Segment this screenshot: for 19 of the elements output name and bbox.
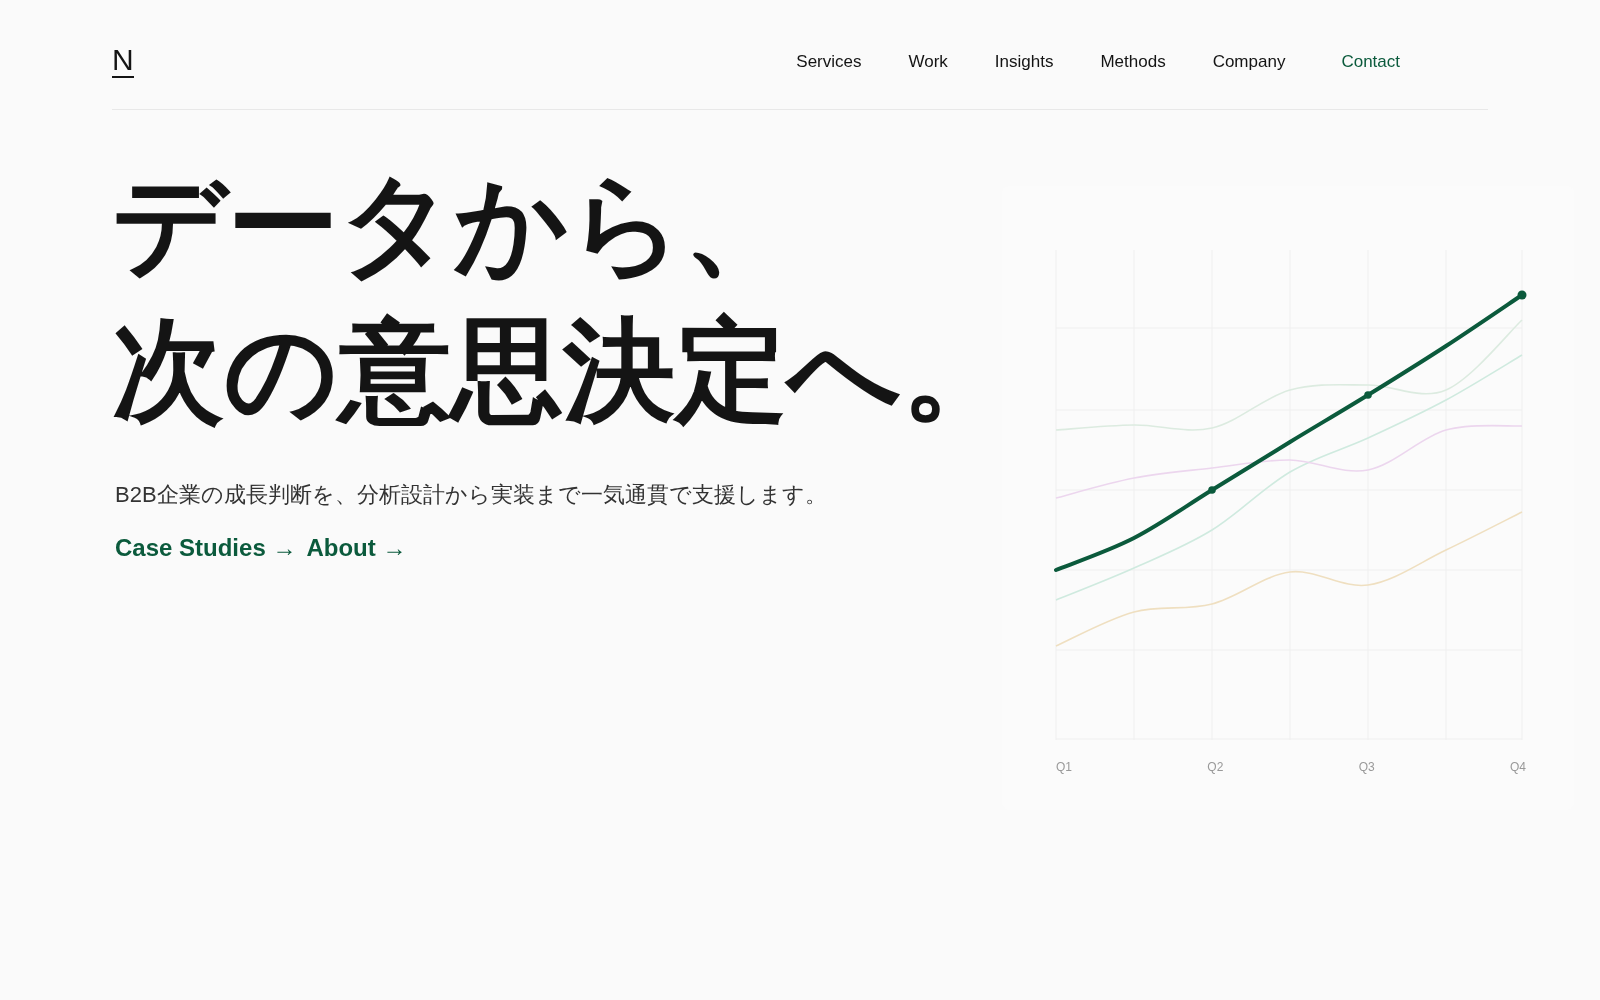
text-link[interactable]: Case Studies →: [115, 534, 297, 562]
headline: 次の意思決定へ。: [112, 308, 1014, 435]
data-point: [1517, 290, 1527, 300]
subtitle: B2B企業の成長判断を、分析設計から実装まで一気通貫で支援します。: [115, 481, 828, 509]
data-point: [1364, 391, 1372, 399]
axis-label: Q2: [1207, 760, 1224, 774]
contact-link[interactable]: Contact: [1341, 51, 1400, 72]
nav-link[interactable]: Insights: [994, 51, 1054, 72]
nav-link[interactable]: Methods: [1100, 51, 1166, 72]
logo[interactable]: N: [112, 45, 134, 78]
data-point: [1208, 486, 1216, 494]
axis-label: Q4: [1510, 760, 1526, 774]
axis-label: Q3: [1358, 760, 1375, 774]
headline: データから、: [112, 162, 796, 289]
nav-link[interactable]: Work: [908, 51, 948, 72]
nav-link[interactable]: Company: [1212, 51, 1286, 72]
text-link[interactable]: About →: [306, 534, 407, 562]
nav-link[interactable]: Services: [796, 51, 862, 72]
axis-label: Q1: [1056, 760, 1072, 774]
